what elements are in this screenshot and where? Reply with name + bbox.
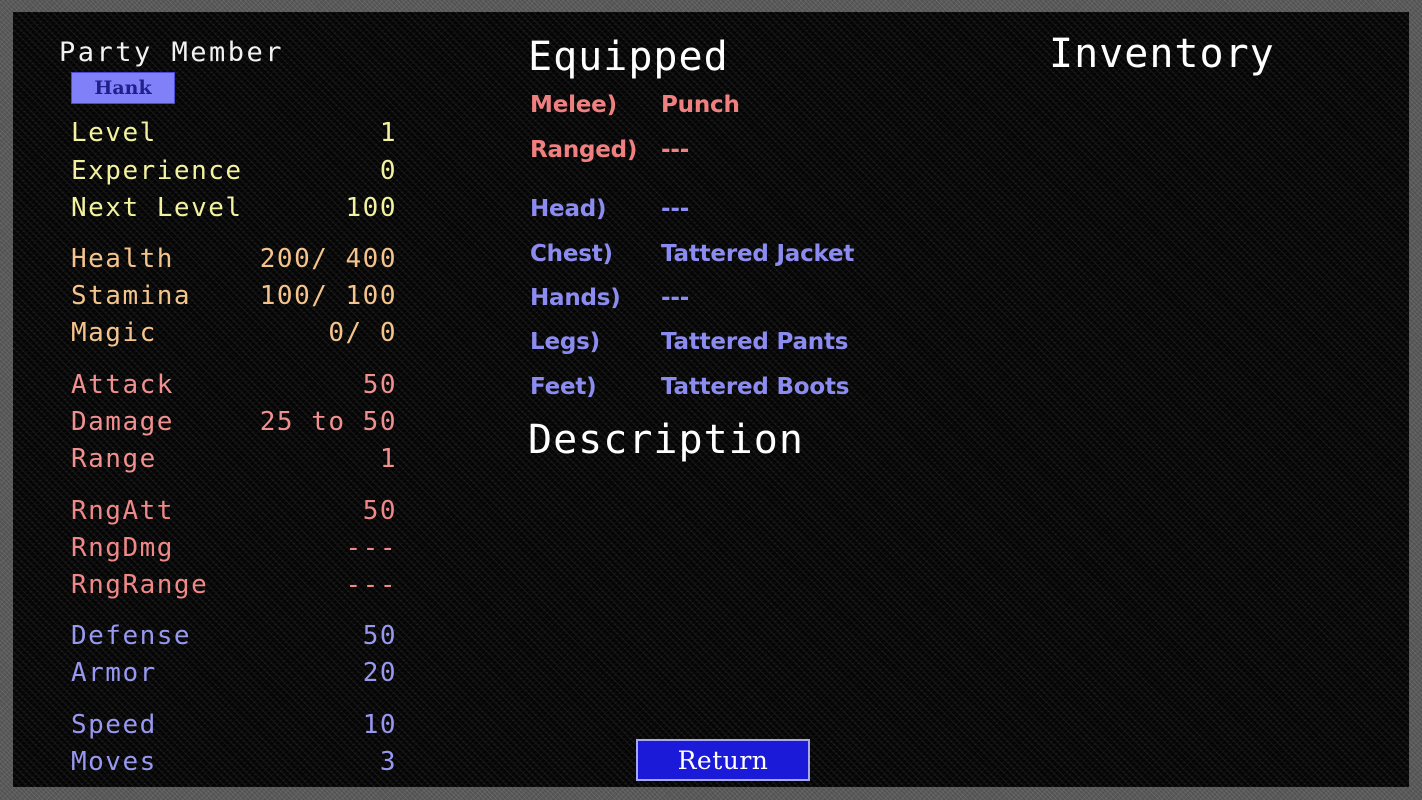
inventory-title: Inventory [1049, 31, 1275, 77]
stat-row-attack: Attack 50 [71, 370, 397, 407]
stat-value-health: 200/ 400 [259, 244, 397, 274]
stat-value-experience: 0 [379, 156, 397, 186]
stat-row-armor: Armor 20 [71, 658, 397, 695]
return-button[interactable]: Return [636, 739, 810, 781]
equipped-title: Equipped [528, 34, 729, 80]
stat-row-range: Range 1 [71, 444, 397, 481]
stat-row-level: Level 1 [71, 118, 397, 155]
stat-value-defense: 50 [362, 621, 397, 651]
party-member-name-label: Hank [94, 77, 152, 99]
game-screen: Party Member Hank Level 1 Experience 0 N… [0, 0, 1422, 800]
stat-label-rng-range: RngRange [71, 570, 209, 600]
stat-value-speed: 10 [362, 710, 397, 740]
stat-value-armor: 20 [362, 658, 397, 688]
stat-row-damage: Damage 25 to 50 [71, 407, 397, 444]
equip-item-feet: Tattered Boots [661, 374, 850, 400]
stat-label-next-level: Next Level [71, 193, 243, 223]
stat-label-moves: Moves [71, 747, 157, 777]
stat-label-rng-dmg: RngDmg [71, 533, 174, 563]
stat-row-next-level: Next Level 100 [71, 193, 397, 230]
description-title: Description [528, 417, 804, 463]
stat-label-stamina: Stamina [71, 281, 192, 311]
stat-value-damage: 25 to 50 [259, 407, 397, 437]
stat-label-health: Health [71, 244, 174, 274]
stat-row-experience: Experience 0 [71, 156, 397, 193]
stat-value-moves: 3 [379, 747, 397, 777]
return-button-label: Return [677, 745, 769, 775]
equip-slot-label-legs: Legs) [530, 329, 600, 355]
equip-slot-label-hands: Hands) [530, 285, 621, 311]
stat-row-defense: Defense 50 [71, 621, 397, 658]
stat-label-magic: Magic [71, 318, 157, 348]
equip-slot-label-head: Head) [530, 196, 607, 222]
stat-label-rng-att: RngAtt [71, 496, 174, 526]
party-member-title: Party Member [59, 37, 285, 68]
stat-value-magic: 0/ 0 [328, 318, 397, 348]
stat-value-rng-range: --- [345, 570, 397, 600]
stat-value-next-level: 100 [345, 193, 397, 223]
stat-row-rng-att: RngAtt 50 [71, 496, 397, 533]
equip-slot-label-chest: Chest) [530, 241, 613, 267]
equip-item-chest: Tattered Jacket [661, 241, 855, 267]
stat-label-range: Range [71, 444, 157, 474]
stat-value-rng-dmg: --- [345, 533, 397, 563]
equip-slot-label-melee: Melee) [530, 92, 617, 118]
stat-row-health: Health 200/ 400 [71, 244, 397, 281]
stat-label-damage: Damage [71, 407, 174, 437]
equip-item-head: --- [661, 196, 690, 222]
equip-item-hands: --- [661, 285, 690, 311]
stat-label-armor: Armor [71, 658, 157, 688]
stat-value-level: 1 [379, 118, 397, 148]
stat-row-moves: Moves 3 [71, 747, 397, 784]
inventory-list[interactable] [1051, 92, 1401, 712]
equip-slot-label-feet: Feet) [530, 374, 597, 400]
stat-label-level: Level [71, 118, 157, 148]
stat-row-rng-range: RngRange --- [71, 570, 397, 607]
equip-item-melee: Punch [661, 92, 740, 118]
party-member-name-button[interactable]: Hank [71, 72, 175, 104]
stat-value-rng-att: 50 [362, 496, 397, 526]
equip-item-ranged: --- [661, 137, 690, 163]
stat-row-magic: Magic 0/ 0 [71, 318, 397, 355]
stat-label-attack: Attack [71, 370, 174, 400]
stat-row-rng-dmg: RngDmg --- [71, 533, 397, 570]
stat-label-experience: Experience [71, 156, 243, 186]
stat-value-attack: 50 [362, 370, 397, 400]
stat-label-speed: Speed [71, 710, 157, 740]
stat-label-defense: Defense [71, 621, 192, 651]
equip-item-legs: Tattered Pants [661, 329, 849, 355]
game-viewport: Party Member Hank Level 1 Experience 0 N… [13, 12, 1409, 787]
stat-value-stamina: 100/ 100 [259, 281, 397, 311]
stat-value-range: 1 [379, 444, 397, 474]
stat-row-stamina: Stamina 100/ 100 [71, 281, 397, 318]
equip-slot-label-ranged: Ranged) [530, 137, 638, 163]
stat-row-speed: Speed 10 [71, 710, 397, 747]
